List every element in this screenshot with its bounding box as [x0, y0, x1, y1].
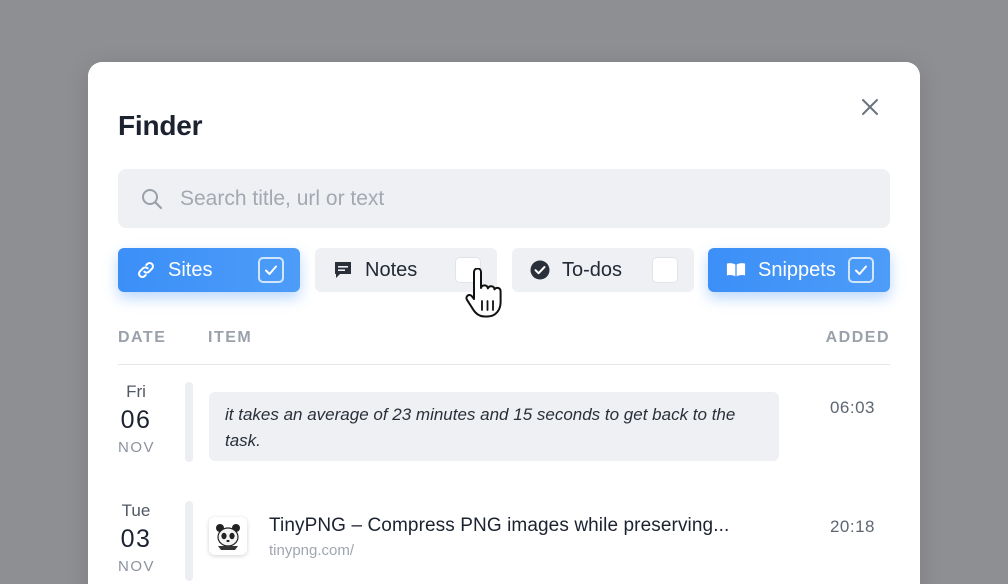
header-date: DATE [118, 329, 167, 346]
row-month: NOV [118, 439, 156, 456]
filter-notes-checkbox[interactable] [455, 257, 481, 283]
table-row[interactable]: Fri 06 NOV it takes an average of 23 min… [118, 382, 890, 474]
row-day: 03 [120, 525, 152, 553]
header-added: ADDED [825, 329, 890, 346]
row-time: 20:18 [829, 517, 875, 536]
search-box[interactable] [118, 169, 890, 228]
row-month: NOV [118, 558, 156, 575]
search-input[interactable] [178, 185, 822, 212]
filter-todos[interactable]: To-dos [512, 248, 694, 292]
comment-icon [333, 260, 353, 280]
row-time: 06:03 [829, 398, 875, 417]
close-button[interactable] [858, 95, 882, 119]
site-url[interactable]: tinypng.com/ [269, 542, 354, 559]
row-date: Tue 03 NOV [118, 501, 154, 575]
row-timeline-bar [185, 382, 193, 462]
row-timeline-bar [185, 501, 193, 581]
row-weekday: Fri [126, 382, 146, 401]
close-icon [862, 99, 878, 115]
filter-snippets[interactable]: Snippets [708, 248, 890, 292]
book-open-icon [726, 260, 746, 280]
modal-title: Finder [118, 110, 203, 141]
search-icon [142, 188, 163, 209]
filter-bar: Sites Notes To-dos Snippets [118, 248, 890, 292]
filter-sites-label: Sites [168, 258, 213, 281]
filter-sites-checkbox[interactable] [258, 257, 284, 283]
filter-snippets-checkbox[interactable] [848, 257, 874, 283]
row-day: 06 [120, 406, 152, 434]
row-weekday: Tue [121, 501, 151, 520]
check-circle-icon [530, 260, 550, 280]
link-icon [136, 260, 156, 280]
checkmark-icon [855, 265, 867, 275]
filter-todos-label: To-dos [562, 258, 623, 281]
filter-sites[interactable]: Sites [118, 248, 300, 292]
header-item: ITEM [208, 329, 253, 346]
finder-modal: Finder Sites [88, 62, 920, 584]
filter-snippets-label: Snippets [758, 258, 836, 281]
table-header: DATE ITEM ADDED [118, 326, 890, 365]
filter-todos-checkbox[interactable] [652, 257, 678, 283]
checkmark-icon [265, 265, 277, 275]
filter-notes[interactable]: Notes [315, 248, 497, 292]
row-date: Fri 06 NOV [118, 382, 154, 456]
panda-icon [216, 524, 240, 550]
site-favicon [209, 517, 247, 555]
table-row[interactable]: Tue 03 NOV TinyPNG – Compress PNG images… [118, 501, 890, 584]
filter-notes-label: Notes [365, 258, 418, 281]
snippet-text[interactable]: it takes an average of 23 minutes and 15… [209, 392, 779, 461]
site-title[interactable]: TinyPNG – Compress PNG images while pres… [269, 515, 729, 537]
